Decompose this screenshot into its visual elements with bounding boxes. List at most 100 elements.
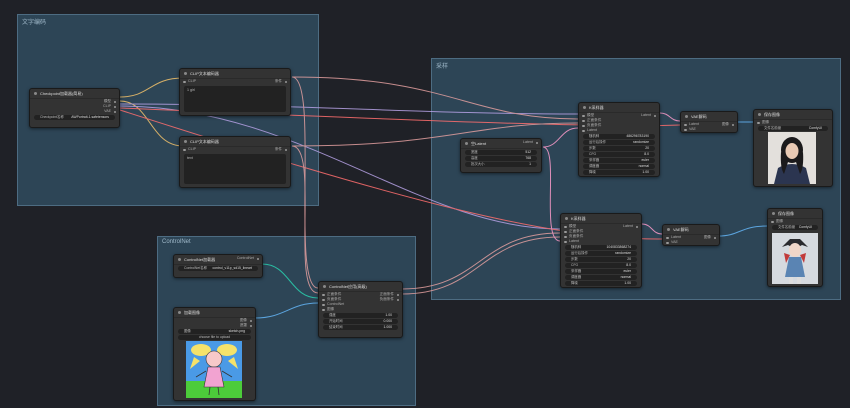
input-image[interactable]: 图像 <box>321 307 334 312</box>
batch-size-stepper[interactable]: 批次大小 1 <box>465 162 537 167</box>
prompt-textarea[interactable]: 1 girl <box>184 86 286 112</box>
sampler-select[interactable]: 采样器 euler <box>583 158 655 163</box>
scheduler-select[interactable]: 调度器 normal <box>583 164 655 169</box>
widget-label: 文件名前缀 <box>764 126 781 130</box>
upload-button[interactable]: choose file to upload <box>178 335 251 340</box>
input-vae[interactable]: VAE <box>666 240 678 245</box>
image-select[interactable]: 图像 sketch.png <box>178 329 251 334</box>
widget-value: 8.0 <box>644 152 649 156</box>
node-title[interactable]: VAE解码 <box>681 112 737 122</box>
seed-stepper[interactable]: 随机种 1040833868274 <box>565 245 637 250</box>
input-clip[interactable]: CLIP <box>183 147 196 152</box>
widget-value: AWPortrait-1.safetensors <box>71 115 109 119</box>
link-controlnet-neg-to-ksampler-bottom <box>401 236 561 295</box>
link-clip-to-encode-pos <box>119 77 184 98</box>
save-image-bottom-node[interactable]: 保存图像 图像 文件名前缀 ComfyUI <box>767 208 823 287</box>
output-controlnet[interactable]: ControlNet <box>237 256 260 261</box>
seed-stepper[interactable]: 随机种 486296783190 <box>583 134 655 139</box>
steps-stepper[interactable]: 步数 20 <box>583 146 655 151</box>
widget-value: 1 <box>529 162 531 166</box>
control-after-generate-select[interactable]: 运行后操作 randomize <box>565 251 637 256</box>
widget-label: 开始时间 <box>329 319 343 323</box>
widget-label: CFG <box>571 263 579 267</box>
input-latent[interactable]: Latent <box>582 128 597 133</box>
node-title[interactable]: K采样器 <box>561 214 641 224</box>
height-stepper[interactable]: 高度 768 <box>465 156 537 161</box>
widget-label: 调度器 <box>571 275 582 279</box>
cfg-stepper[interactable]: CFG 8.0 <box>583 152 655 157</box>
denoise-stepper[interactable]: 降噪 1.00 <box>565 281 637 286</box>
checkpoint-name-select[interactable]: Checkpoint名称 AWPortrait-1.safetensors <box>34 115 115 120</box>
widget-label: 文件名前缀 <box>778 225 795 229</box>
save-image-top-node[interactable]: 保存图像 图像 文件名前缀 ComfyUI <box>753 109 833 187</box>
widget-label: 随机种 <box>571 245 582 249</box>
widget-value: 20 <box>645 146 649 150</box>
link-latent-to-ksampler-bottom <box>542 146 561 242</box>
vae-decode-bottom-node[interactable]: VAE解码 Latent 图像 VAE <box>662 224 720 246</box>
widget-label: 降噪 <box>589 170 596 174</box>
link-latent-to-ksampler-top <box>542 127 579 148</box>
input-image[interactable]: 图像 <box>770 219 783 224</box>
widget-label: 步数 <box>571 257 578 261</box>
input-clip[interactable]: CLIP <box>183 79 196 84</box>
clip-text-encode-negative-node[interactable]: CLIP文本编码器 CLIP 条件 text <box>179 136 291 188</box>
checkpoint-loader-node[interactable]: Checkpoint加载器(简易) 模型 CLIP VAE Checkpoint… <box>29 88 120 128</box>
widget-label: 降噪 <box>571 281 578 285</box>
start-percent-stepper[interactable]: 开始时间 0.000 <box>323 319 398 324</box>
cfg-stepper[interactable]: CFG 8.0 <box>565 263 637 268</box>
ksampler-bottom-node[interactable]: K采样器 模型 Latent 正面条件 负面条件 Latent 随机种 104083… <box>560 213 642 288</box>
widget-value: 1040833868274 <box>606 245 631 249</box>
load-image-node[interactable]: 加载图像 图像 遮罩 图像 sketch.png choose file to u… <box>173 307 256 401</box>
widget-label: Checkpoint名称 <box>40 115 64 119</box>
empty-latent-node[interactable]: 空Latent Latent 宽度 512 高度 768 批次大小 1 <box>460 138 542 173</box>
sampler-select[interactable]: 采样器 euler <box>565 269 637 274</box>
input-latent[interactable]: Latent <box>564 239 579 244</box>
filename-prefix-input[interactable]: 文件名前缀 ComfyUI <box>772 225 818 230</box>
node-title[interactable]: CLIP文本编码器 <box>180 69 290 79</box>
node-title[interactable]: K采样器 <box>579 103 659 113</box>
clip-text-encode-positive-node[interactable]: CLIP文本编码器 CLIP 条件 1 girl <box>179 68 291 116</box>
ksampler-top-node[interactable]: K采样器 模型 Latent 正面条件 负面条件 Latent 随机种 486296… <box>578 102 660 177</box>
end-percent-stepper[interactable]: 结束时间 1.000 <box>323 325 398 330</box>
vae-decode-top-node[interactable]: VAE解码 Latent 图像 VAE <box>680 111 738 133</box>
input-vae[interactable]: VAE <box>684 127 696 132</box>
output-latent[interactable]: Latent <box>523 140 538 145</box>
link-pos-to-ksampler-top <box>291 76 579 120</box>
widget-value: 1.00 <box>624 281 631 285</box>
output-conditioning[interactable]: 条件 <box>275 79 288 84</box>
filename-prefix-input[interactable]: 文件名前缀 ComfyUI <box>758 126 828 131</box>
node-links <box>119 76 768 319</box>
width-stepper[interactable]: 宽度 512 <box>465 150 537 155</box>
controlnet-name-select[interactable]: ControlNet名称 control_v11p_sd15_lineart <box>178 266 258 271</box>
control-after-generate-select[interactable]: 运行后操作 randomize <box>583 140 655 145</box>
link-controlnet-pos-to-ksampler-bottom <box>401 232 561 290</box>
widget-value: 768 <box>525 156 531 160</box>
node-title[interactable]: 加载图像 <box>174 308 255 318</box>
node-title[interactable]: 保存图像 <box>754 110 832 120</box>
controlnet-loader-node[interactable]: ControlNet加载器 ControlNet ControlNet名称 con… <box>173 254 263 278</box>
widget-value: 0.000 <box>383 319 393 323</box>
sketch-drawing-icon <box>186 341 242 398</box>
node-title[interactable]: 保存图像 <box>768 209 822 219</box>
widget-value: control_v11p_sd15_lineart <box>212 266 252 270</box>
output-conditioning[interactable]: 条件 <box>275 147 288 152</box>
node-title[interactable]: Checkpoint加载器(简易) <box>30 89 119 99</box>
widget-label: 随机种 <box>589 134 600 138</box>
input-image[interactable]: 图像 <box>756 120 769 125</box>
node-title[interactable]: VAE解码 <box>663 225 719 235</box>
controlnet-apply-node[interactable]: ControlNet应用(高级) 正面条件 正面条件 负面条件 负面条件 Contr… <box>318 281 403 338</box>
prompt-textarea[interactable]: text <box>184 154 286 184</box>
node-title[interactable]: CLIP文本编码器 <box>180 137 290 147</box>
output-vae[interactable]: VAE <box>104 109 116 114</box>
steps-stepper[interactable]: 步数 20 <box>565 257 637 262</box>
output-image-preview[interactable] <box>768 132 816 184</box>
strength-stepper[interactable]: 强度 1.00 <box>323 313 398 318</box>
denoise-stepper[interactable]: 降噪 1.00 <box>583 170 655 175</box>
node-title[interactable]: ControlNet应用(高级) <box>319 282 402 292</box>
input-sketch-preview[interactable] <box>186 341 242 398</box>
widget-value: 20 <box>627 257 631 261</box>
output-image-preview[interactable] <box>772 233 818 284</box>
scheduler-select[interactable]: 调度器 normal <box>565 275 637 280</box>
widget-label: 宽度 <box>471 150 478 154</box>
output-mask[interactable]: 遮罩 <box>240 323 253 328</box>
